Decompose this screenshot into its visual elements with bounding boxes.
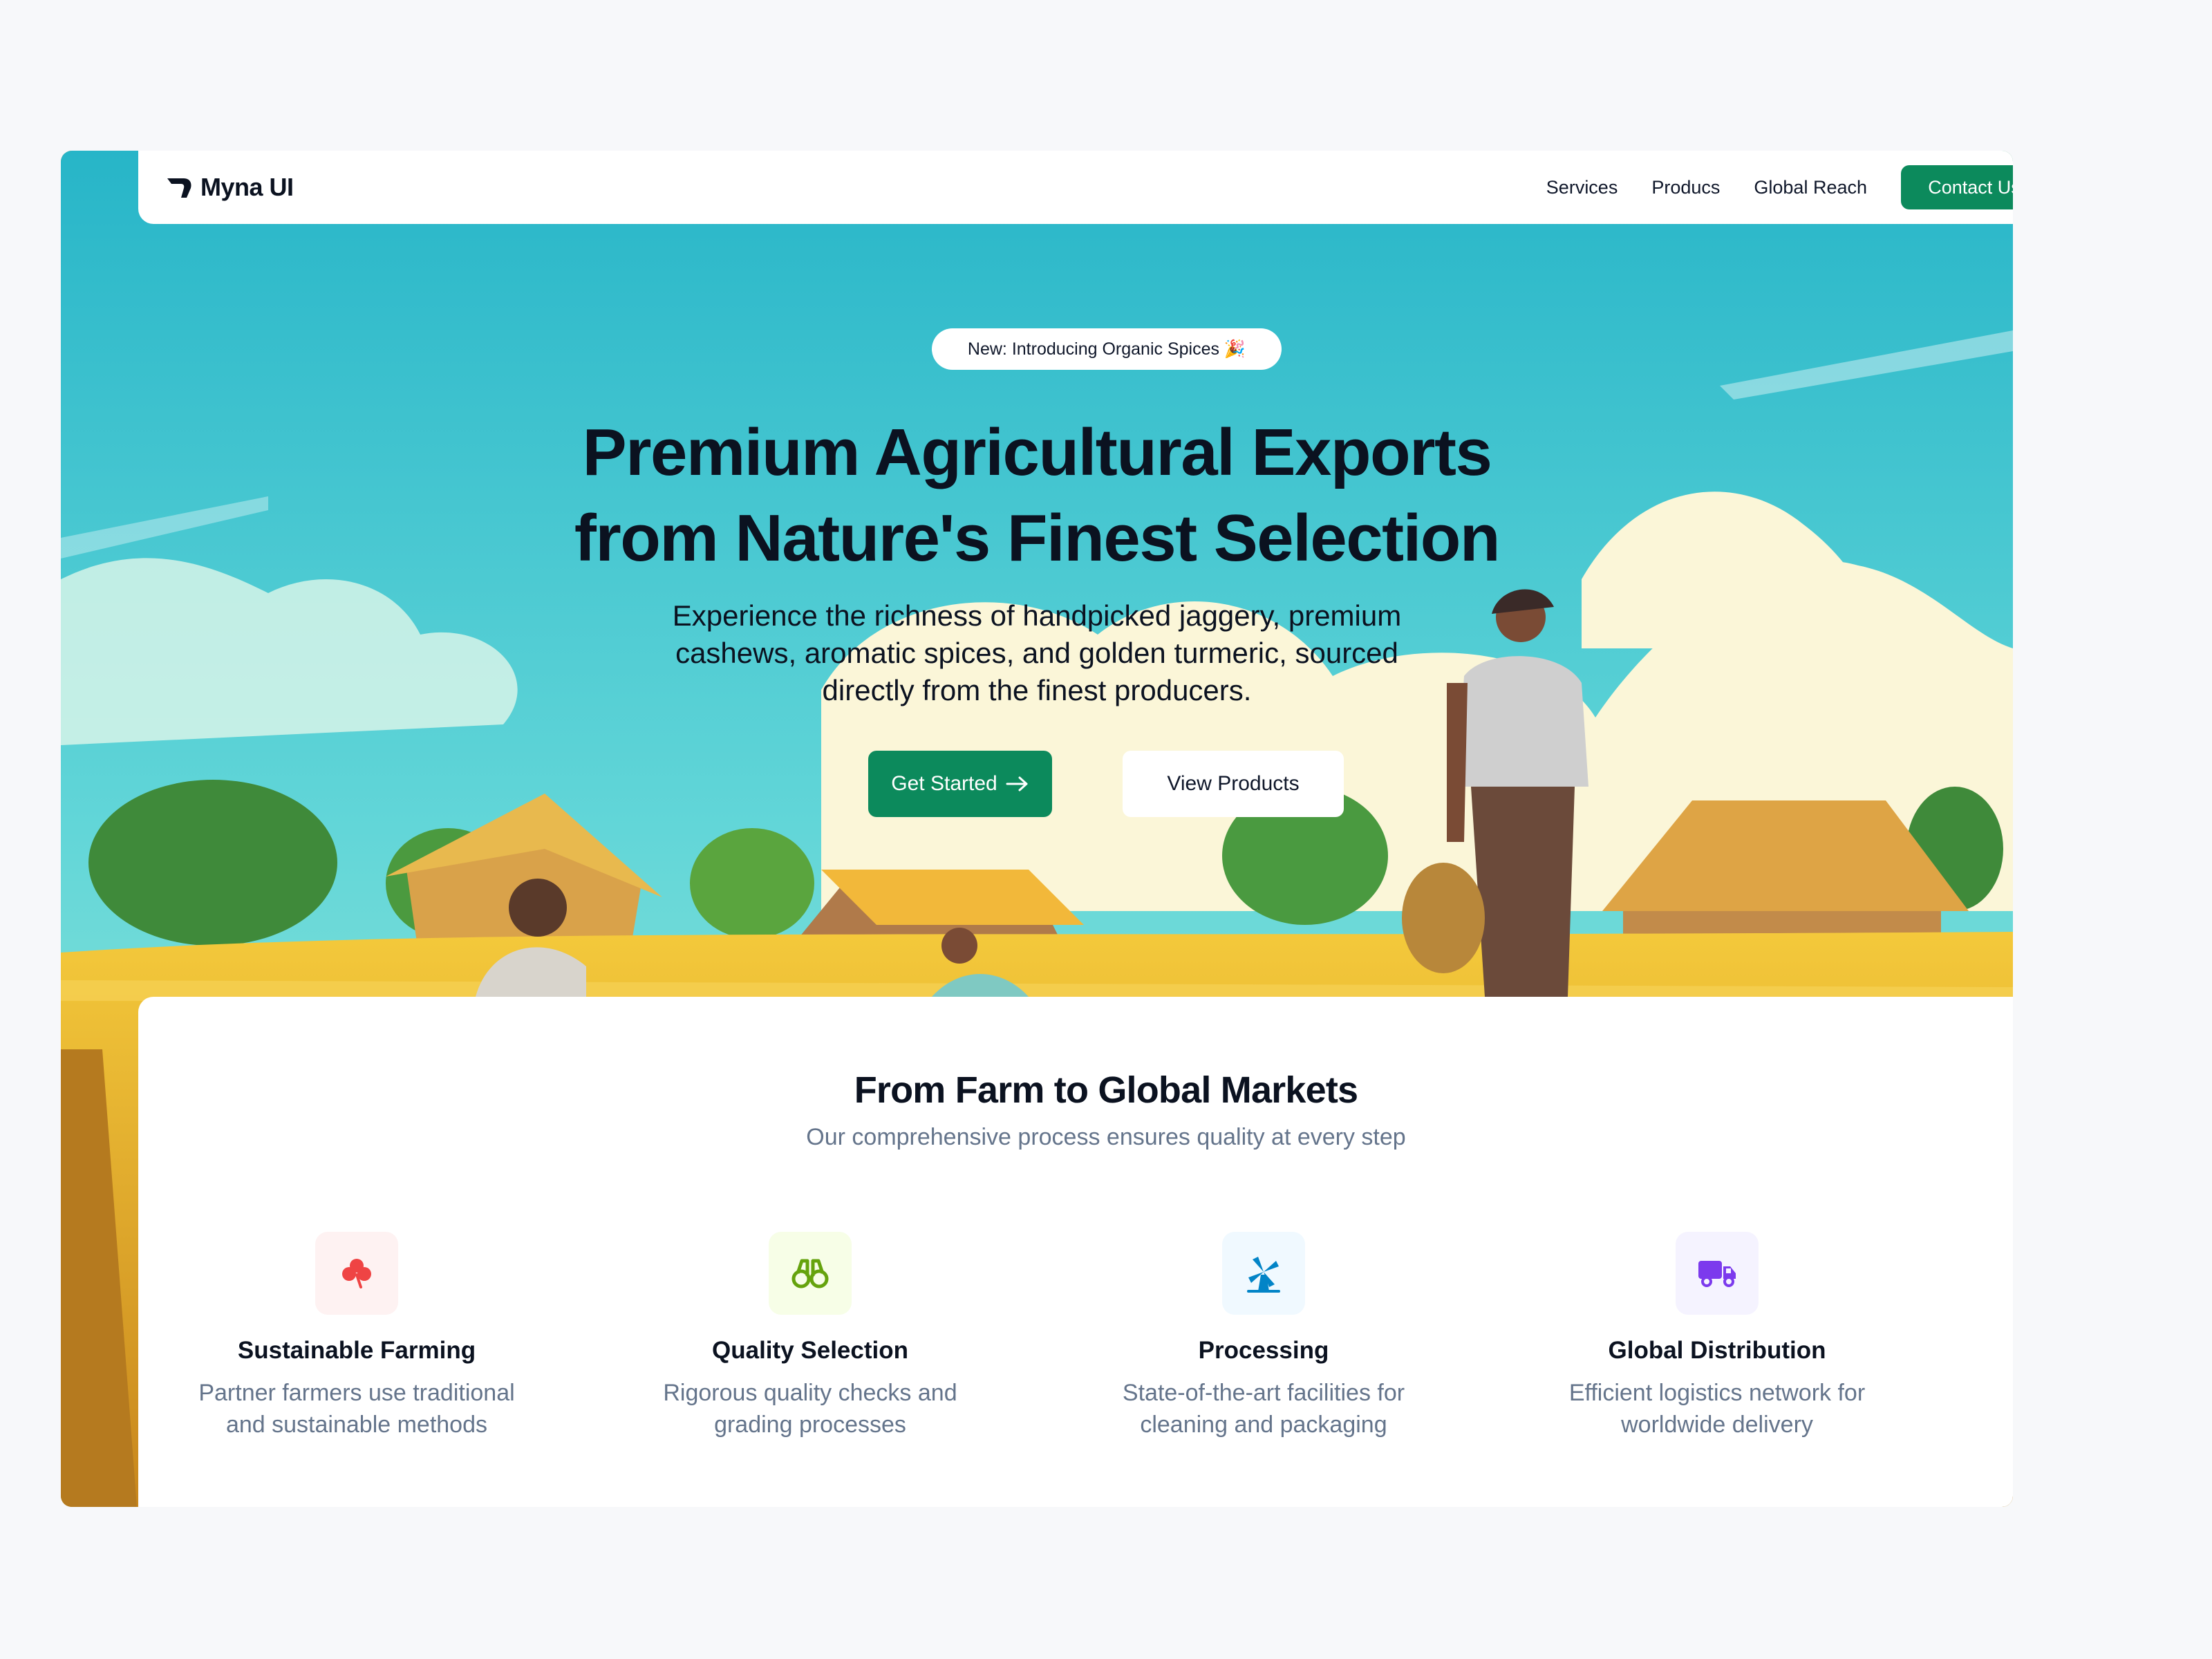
feature-icon-box	[769, 1232, 852, 1315]
clover-icon	[342, 1259, 371, 1288]
feature-global-distribution: Global Distribution Efficient logistics …	[1510, 1232, 1924, 1441]
feature-icon-box	[315, 1232, 398, 1315]
hero-frame: Myna UI Services Producs Global Reach Co…	[61, 151, 2013, 1507]
view-products-button[interactable]: View Products	[1123, 751, 1344, 817]
feature-title: Global Distribution	[1608, 1337, 1826, 1364]
feature-desc-line: Efficient logistics network for	[1568, 1380, 1866, 1406]
contact-us-button[interactable]: Contact Us	[1901, 165, 2013, 209]
feature-title: Quality Selection	[712, 1337, 908, 1364]
nav-link-global-reach[interactable]: Global Reach	[1754, 177, 1867, 198]
feature-description: Partner farmers use traditional and sust…	[149, 1377, 564, 1441]
binoculars-icon	[791, 1259, 829, 1288]
brand-logo[interactable]: Myna UI	[165, 173, 294, 202]
hero-subtext: Experience the richness of handpicked ja…	[672, 599, 1402, 706]
feature-description: Efficient logistics network for worldwid…	[1510, 1377, 1924, 1441]
feature-description: Rigorous quality checks and grading proc…	[603, 1377, 1018, 1441]
get-started-label: Get Started	[891, 772, 997, 795]
feature-desc-line: worldwide delivery	[1621, 1412, 1813, 1438]
hero-headline: Premium Agricultural Exports from Nature…	[61, 410, 2013, 581]
nav-link-services[interactable]: Services	[1546, 177, 1618, 198]
truck-icon	[1698, 1261, 1736, 1287]
myna-logo-icon	[167, 178, 191, 198]
feature-description: State-of-the-art facilities for cleaning…	[1056, 1377, 1471, 1441]
nav-links: Services Producs Global Reach Contact Us	[1546, 165, 2013, 209]
announcement-badge[interactable]: New: Introducing Organic Spices 🎉	[932, 328, 1282, 370]
process-section: From Farm to Global Markets Our comprehe…	[138, 997, 2013, 1507]
feature-desc-line: cleaning and packaging	[1140, 1412, 1387, 1438]
windmill-icon	[1247, 1257, 1280, 1293]
feature-quality-selection: Quality Selection Rigorous quality check…	[603, 1232, 1018, 1441]
brand-name: Myna UI	[200, 173, 294, 201]
get-started-button[interactable]: Get Started	[868, 751, 1052, 817]
feature-desc-line: State-of-the-art facilities for	[1122, 1380, 1405, 1406]
arrow-right-icon	[1006, 776, 1028, 791]
feature-desc-line: grading processes	[714, 1412, 906, 1438]
feature-sustainable-farming: Sustainable Farming Partner farmers use …	[149, 1232, 564, 1441]
headline-line-2: from Nature's Finest Selection	[574, 501, 1501, 575]
section-subtitle: Our comprehensive process ensures qualit…	[806, 1124, 1406, 1150]
feature-processing: Processing State-of-the-art facilities f…	[1056, 1232, 1471, 1441]
feature-desc-line: and sustainable methods	[225, 1412, 488, 1438]
feature-desc-line: Partner farmers use traditional	[198, 1380, 515, 1406]
nav-link-products[interactable]: Producs	[1651, 177, 1720, 198]
feature-desc-line: Rigorous quality checks and	[663, 1380, 957, 1406]
feature-title: Sustainable Farming	[237, 1337, 476, 1364]
feature-icon-box	[1222, 1232, 1305, 1315]
section-title: From Farm to Global Markets	[854, 1069, 1358, 1111]
feature-icon-box	[1676, 1232, 1759, 1315]
navbar: Myna UI Services Producs Global Reach Co…	[138, 151, 2013, 224]
feature-title: Processing	[1198, 1337, 1329, 1364]
headline-line-1: Premium Agricultural Exports	[582, 415, 1492, 489]
